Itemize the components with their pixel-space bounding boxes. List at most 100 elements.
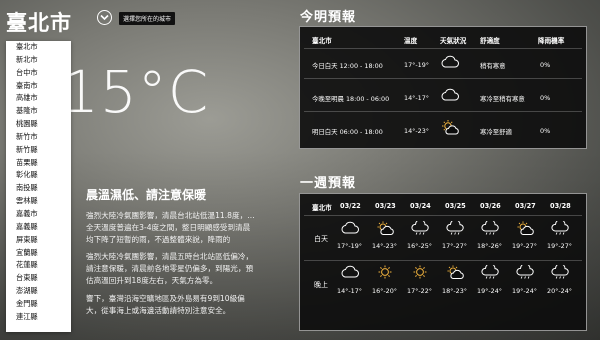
city-option[interactable]: 臺北市 (6, 41, 71, 54)
row-divider (304, 48, 582, 49)
cloud-rain-icon (446, 221, 464, 235)
row-divider (304, 260, 582, 261)
date-header: 03/27 (515, 202, 536, 210)
cloud-icon (341, 265, 359, 278)
cloud-rain-icon (516, 265, 534, 279)
city-option[interactable]: 桃園縣 (6, 118, 71, 131)
night-temp-range: 19°-24° (477, 287, 502, 295)
cloud-rain-icon (411, 221, 429, 235)
daytime-row-label: 白天 (314, 235, 328, 243)
date-header: 03/23 (375, 202, 396, 210)
night-temp-range: 20°-24° (547, 287, 572, 295)
day-temp-range: 19°-27° (512, 242, 537, 250)
temp-range: 14°-17° (404, 94, 429, 102)
day-temp-range: 19°-27° (547, 242, 572, 250)
date-header: 03/25 (445, 202, 466, 210)
city-option[interactable]: 屏東縣 (6, 234, 71, 247)
today-forecast-title: 今明預報 (300, 10, 357, 25)
comfort-level: 寒冷至舒適 (480, 128, 512, 136)
city-dropdown-list: 臺北市 新北市 台中市 臺南市 高雄市 基隆市 桃園縣 新竹市 新竹縣 苗栗縣 彰化縣 南投縣 雲林縣嘉… (6, 41, 71, 332)
notice-paragraph: 強烈大陸冷氣團影響，清晨台北站低溫11.8度，…全天溫度普遍在3-4度之間，整日… (86, 211, 255, 244)
rain-chance: 0% (540, 61, 551, 69)
city-option[interactable]: 南投縣 (6, 182, 71, 195)
night-temp-range: 17°-22° (407, 287, 432, 295)
column-header-comfort: 舒適度 (480, 37, 500, 45)
night-temp-range: 16°-20° (372, 287, 397, 295)
column-header-city: 臺北市 (312, 37, 332, 45)
column-header-rain: 降雨機率 (538, 37, 565, 45)
city-option[interactable]: 新竹市 (6, 131, 71, 144)
day-temp-range: 14°-23° (372, 242, 397, 250)
today-forecast-table: 臺北市 溫度 天氣狀況 舒適度 降雨機率 今日白天 12:00 - 18:00 … (299, 26, 587, 149)
city-option[interactable]: 高雄市 (6, 92, 71, 105)
row-divider (304, 215, 582, 216)
period-label: 明日白天 06:00 - 18:00 (312, 128, 383, 136)
city-option[interactable]: 基隆市 (6, 105, 71, 118)
day-temp-range: 18°-26° (477, 242, 502, 250)
city-option[interactable]: 苗栗縣 (6, 157, 71, 170)
cloud-rain-icon (551, 221, 569, 235)
city-option[interactable]: 澎湖縣 (6, 285, 71, 298)
week-forecast-title: 一週預報 (300, 176, 357, 191)
city-option[interactable]: 台中市 (6, 67, 71, 80)
comfort-level: 稍有寒意 (480, 62, 506, 70)
partly-sunny-icon (447, 265, 464, 279)
cloud-rain-icon (481, 221, 499, 235)
partly-sunny-icon (517, 221, 534, 235)
city-option[interactable]: 新北市 (6, 54, 71, 67)
date-header: 03/22 (340, 202, 361, 210)
rain-chance: 0% (540, 94, 551, 102)
date-header: 03/28 (550, 202, 571, 210)
cloud-rain-icon (481, 265, 499, 279)
night-temp-range: 14°-17° (337, 287, 362, 295)
period-label: 今晚至明晨 18:00 - 06:00 (312, 95, 390, 103)
day-temp-range: 17°-19° (337, 242, 362, 250)
current-temperature: 15°C (62, 58, 210, 126)
city-hint-tooltip: 選擇您所在的城市 (119, 12, 176, 25)
sun-icon (413, 265, 427, 279)
city-title[interactable]: 臺北市 (6, 7, 72, 37)
week-forecast-table: 臺北市 03/22 03/23 03/24 03/25 03/26 03/27 03/28 … (299, 193, 587, 331)
partly-sunny-icon (442, 120, 459, 135)
city-option[interactable]: 宜蘭縣 (6, 247, 71, 260)
cloud-icon (441, 88, 459, 101)
chevron-down-icon (100, 14, 109, 21)
city-option[interactable]: 連江縣 (6, 311, 71, 324)
week-city-label: 臺北市 (312, 204, 332, 212)
row-divider (304, 111, 582, 112)
night-temp-range: 19°-24° (512, 287, 537, 295)
city-option[interactable]: 嘉義市 (6, 208, 71, 221)
notice-paragraph: 強烈大陸冷氣團影響，清晨五時台北站區低偏冷，請注意保暖，清晨前各地零星仍偏多，到… (86, 252, 254, 285)
rain-chance: 0% (540, 127, 551, 135)
cloud-icon (441, 55, 459, 68)
row-divider (304, 78, 582, 79)
city-option[interactable]: 金門縣 (6, 298, 71, 311)
cloud-rain-icon (551, 265, 569, 279)
comfort-level: 寒冷至稍有寒意 (480, 95, 525, 103)
city-option[interactable]: 台東縣 (6, 272, 71, 285)
weather-notice: 強烈大陸冷氣團影響，清晨台北站低溫11.8度，…全天溫度普遍在3-4度之間，整日… (86, 210, 256, 322)
night-row-label: 晚上 (314, 281, 328, 289)
date-header: 03/24 (410, 202, 431, 210)
temp-range: 14°-23° (404, 127, 429, 135)
day-temp-range: 17°-27° (442, 242, 467, 250)
city-option[interactable]: 花蓮縣 (6, 259, 71, 272)
city-dropdown-toggle[interactable] (97, 10, 112, 25)
temp-range: 17°-19° (404, 61, 429, 69)
night-temp-range: 18°-23° (442, 287, 467, 295)
cloud-icon (341, 221, 359, 234)
city-option[interactable]: 雲林縣 (6, 195, 71, 208)
period-label: 今日白天 12:00 - 18:00 (312, 62, 383, 70)
column-header-weather: 天氣狀況 (440, 37, 467, 45)
city-option[interactable]: 嘉義縣 (6, 221, 71, 234)
city-option[interactable]: 新竹縣 (6, 144, 71, 157)
sun-icon (378, 265, 392, 279)
notice-paragraph: 響下，臺灣沿海空曠地區及外島易有9到10級偏大，從事海上或海邊活動請特別注意安全… (86, 293, 245, 315)
date-header: 03/26 (480, 202, 501, 210)
warning-title: 晨溫濕低、請注意保暖 (86, 188, 207, 202)
city-option[interactable]: 彰化縣 (6, 169, 71, 182)
city-option[interactable]: 臺南市 (6, 80, 71, 93)
day-temp-range: 16°-25° (407, 242, 432, 250)
column-header-temp: 溫度 (404, 37, 418, 45)
partly-sunny-icon (377, 221, 394, 235)
